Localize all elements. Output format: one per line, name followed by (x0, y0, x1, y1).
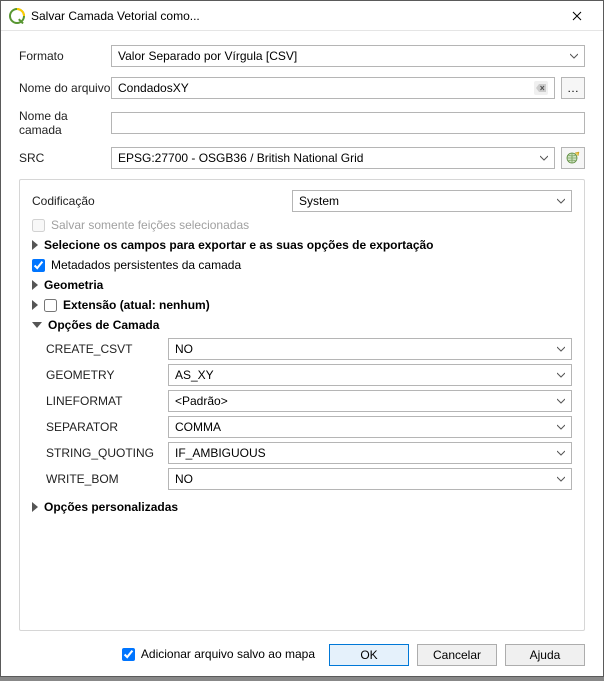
custom-options-toggle[interactable]: Opções personalizadas (32, 500, 572, 514)
select-crs-button[interactable] (561, 147, 585, 169)
opt-create-csvt-label: CREATE_CSVT (46, 342, 168, 356)
globe-icon (565, 151, 581, 165)
crs-combo[interactable]: EPSG:27700 - OSGB36 / British National G… (111, 147, 555, 169)
app-logo-icon (9, 8, 25, 24)
chevron-down-icon (557, 423, 565, 431)
layername-input[interactable] (111, 112, 585, 134)
chevron-down-icon (557, 371, 565, 379)
format-combo[interactable]: Valor Separado por Vírgula [CSV] (111, 45, 585, 67)
encoding-combo[interactable]: System (292, 190, 572, 212)
opt-string-quoting-combo[interactable]: IF_AMBIGUOUS (168, 442, 572, 464)
add-to-map-label: Adicionar arquivo salvo ao mapa (141, 647, 315, 661)
opt-write-bom-label: WRITE_BOM (46, 472, 168, 486)
crs-row: SRC EPSG:27700 - OSGB36 / British Nation… (19, 147, 585, 169)
layer-options-label: Opções de Camada (48, 318, 159, 332)
filename-label: Nome do arquivo (19, 81, 111, 95)
chevron-down-icon (557, 449, 565, 457)
custom-options-label: Opções personalizadas (44, 500, 178, 514)
opt-separator: SEPARATOR COMMA (46, 416, 572, 438)
opt-create-csvt: CREATE_CSVT NO (46, 338, 572, 360)
opt-separator-label: SEPARATOR (46, 420, 168, 434)
chevron-down-icon (557, 397, 565, 405)
geometry-section-label: Geometria (44, 278, 103, 292)
metadata-label: Metadados persistentes da camada (51, 258, 241, 272)
opt-geometry: GEOMETRY AS_XY (46, 364, 572, 386)
clear-icon[interactable] (534, 81, 548, 95)
chevron-down-icon (570, 52, 578, 60)
add-to-map-check[interactable]: Adicionar arquivo salvo ao mapa (122, 647, 315, 661)
opt-write-bom-value: NO (175, 472, 557, 486)
cancel-label: Cancelar (433, 648, 481, 662)
layer-options-toggle[interactable]: Opções de Camada (32, 318, 572, 332)
chevron-down-icon (32, 322, 42, 328)
layername-label: Nome da camada (19, 109, 111, 137)
opt-create-csvt-value: NO (175, 342, 557, 356)
opt-string-quoting: STRING_QUOTING IF_AMBIGUOUS (46, 442, 572, 464)
extent-section-label: Extensão (atual: nenhum) (63, 298, 210, 312)
help-button[interactable]: Ajuda (505, 644, 585, 666)
extent-section-toggle[interactable]: Extensão (atual: nenhum) (32, 298, 572, 312)
close-button[interactable] (559, 4, 595, 28)
chevron-right-icon (32, 280, 38, 290)
metadata-check[interactable]: Metadados persistentes da camada (32, 258, 572, 272)
chevron-right-icon (32, 240, 38, 250)
format-value: Valor Separado por Vírgula [CSV] (118, 49, 570, 63)
help-label: Ajuda (530, 648, 561, 662)
chevron-right-icon (32, 300, 38, 310)
opt-geometry-combo[interactable]: AS_XY (168, 364, 572, 386)
opt-geometry-value: AS_XY (175, 368, 557, 382)
chevron-down-icon (557, 197, 565, 205)
opt-lineformat-label: LINEFORMAT (46, 394, 168, 408)
opt-geometry-label: GEOMETRY (46, 368, 168, 382)
browse-button[interactable]: … (561, 77, 585, 99)
opt-separator-combo[interactable]: COMMA (168, 416, 572, 438)
ok-label: OK (360, 648, 377, 662)
chevron-down-icon (557, 475, 565, 483)
filename-input[interactable]: CondadosXY (111, 77, 555, 99)
format-row: Formato Valor Separado por Vírgula [CSV] (19, 45, 585, 67)
encoding-row: Codificação System (32, 190, 572, 212)
opt-write-bom-combo[interactable]: NO (168, 468, 572, 490)
dialog-content: Formato Valor Separado por Vírgula [CSV]… (1, 31, 603, 681)
titlebar: Salvar Camada Vetorial como... (1, 1, 603, 31)
encoding-label: Codificação (32, 194, 292, 208)
filename-row: Nome do arquivo CondadosXY … (19, 77, 585, 99)
chevron-right-icon (32, 502, 38, 512)
opt-lineformat-value: <Padrão> (175, 394, 557, 408)
cancel-button[interactable]: Cancelar (417, 644, 497, 666)
ok-button[interactable]: OK (329, 644, 409, 666)
save-selected-label: Salvar somente feições selecionadas (51, 218, 249, 232)
add-to-map-checkbox[interactable] (122, 648, 135, 661)
metadata-checkbox[interactable] (32, 259, 45, 272)
opt-separator-value: COMMA (175, 420, 557, 434)
crs-label: SRC (19, 151, 111, 165)
geometry-section-toggle[interactable]: Geometria (32, 278, 572, 292)
format-label: Formato (19, 49, 111, 63)
opt-create-csvt-combo[interactable]: NO (168, 338, 572, 360)
chevron-down-icon (540, 154, 548, 162)
options-panel: Codificação System Salvar somente feiçõe… (19, 179, 585, 631)
close-icon (572, 11, 582, 21)
opt-lineformat: LINEFORMAT <Padrão> (46, 390, 572, 412)
encoding-value: System (299, 194, 557, 208)
dialog-window: Salvar Camada Vetorial como... Formato V… (0, 0, 604, 677)
opt-lineformat-combo[interactable]: <Padrão> (168, 390, 572, 412)
dialog-footer: Adicionar arquivo salvo ao mapa OK Cance… (1, 634, 603, 676)
opt-string-quoting-value: IF_AMBIGUOUS (175, 446, 557, 460)
opt-write-bom: WRITE_BOM NO (46, 468, 572, 490)
fields-section-toggle[interactable]: Selecione os campos para exportar e as s… (32, 238, 572, 252)
filename-value: CondadosXY (118, 81, 534, 95)
window-title: Salvar Camada Vetorial como... (31, 9, 559, 23)
opt-string-quoting-label: STRING_QUOTING (46, 446, 168, 460)
chevron-down-icon (557, 345, 565, 353)
layername-row: Nome da camada (19, 109, 585, 137)
extent-checkbox[interactable] (44, 299, 57, 312)
fields-section-label: Selecione os campos para exportar e as s… (44, 238, 434, 252)
crs-value: EPSG:27700 - OSGB36 / British National G… (118, 151, 540, 165)
ellipsis-icon: … (567, 81, 579, 95)
save-selected-checkbox (32, 219, 45, 232)
save-selected-check: Salvar somente feições selecionadas (32, 218, 572, 232)
